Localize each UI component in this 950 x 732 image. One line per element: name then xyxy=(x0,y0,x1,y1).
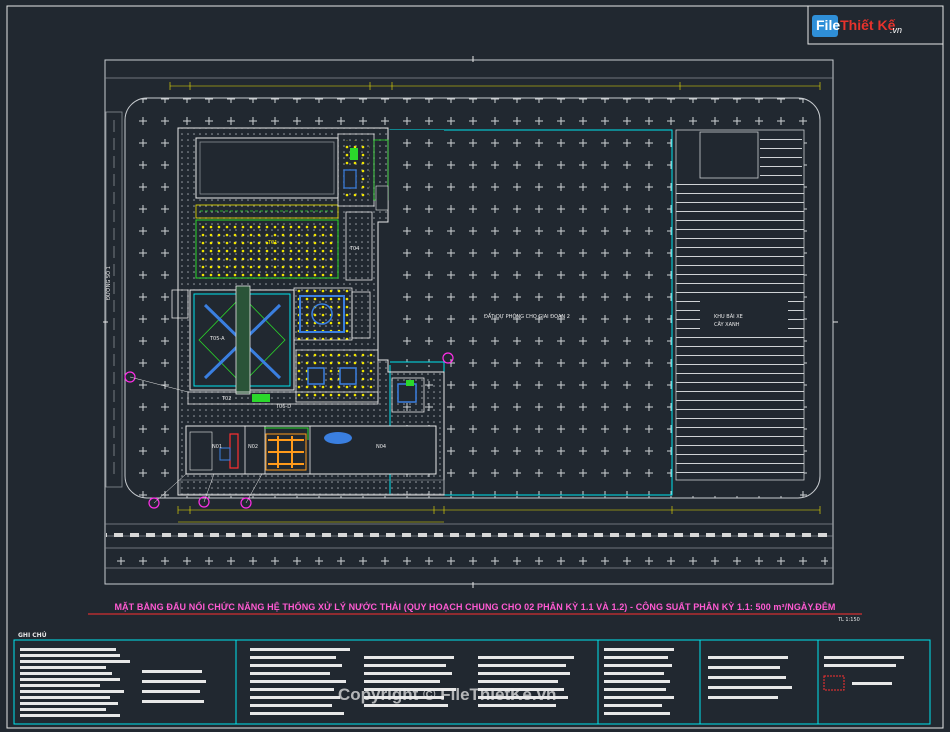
logo-domain: .vn xyxy=(890,25,903,35)
label-n02: N02 xyxy=(248,444,259,450)
label-reserved-area: ĐẤT DỰ PHÒNG CHO GIAI ĐOẠN 2 xyxy=(484,314,570,320)
cad-drawing xyxy=(6,5,944,729)
road-markings xyxy=(106,528,832,538)
label-parking: KHU BÃI XE xyxy=(714,314,743,320)
label-t05a: T05-A xyxy=(210,336,225,342)
basin-top xyxy=(195,137,339,199)
street-trees xyxy=(112,548,828,568)
label-n04: N04 xyxy=(376,444,387,450)
drawing-scale: TL 1:150 xyxy=(838,617,860,623)
label-road: ĐƯỜNG SỐ 1 xyxy=(106,266,112,300)
top-dimensions xyxy=(169,82,821,90)
label-t06: T06-D xyxy=(276,404,292,410)
label-t01: T01 xyxy=(268,240,278,246)
label-n01: N01 xyxy=(212,444,223,450)
watermark: Copyright © FileThietKe.vn xyxy=(338,685,557,704)
label-t04: T04 xyxy=(350,246,360,252)
drawing-title: MẶT BẰNG ĐẤU NỐI CHỨC NĂNG HỆ THỐNG XỬ L… xyxy=(114,602,836,612)
aeration-tank xyxy=(195,219,339,279)
notes-heading: GHI CHÚ xyxy=(18,632,47,639)
label-parking-trees: CÂY XANH xyxy=(714,322,740,328)
legend-text-blocks xyxy=(20,648,904,717)
building-row xyxy=(185,425,437,475)
logo-text: FileThiết Kế xyxy=(816,17,896,33)
brand-logo: FileThiết Kế .vn xyxy=(812,14,922,40)
label-t02: T02 xyxy=(222,396,232,402)
bottom-dimensions xyxy=(177,506,821,523)
